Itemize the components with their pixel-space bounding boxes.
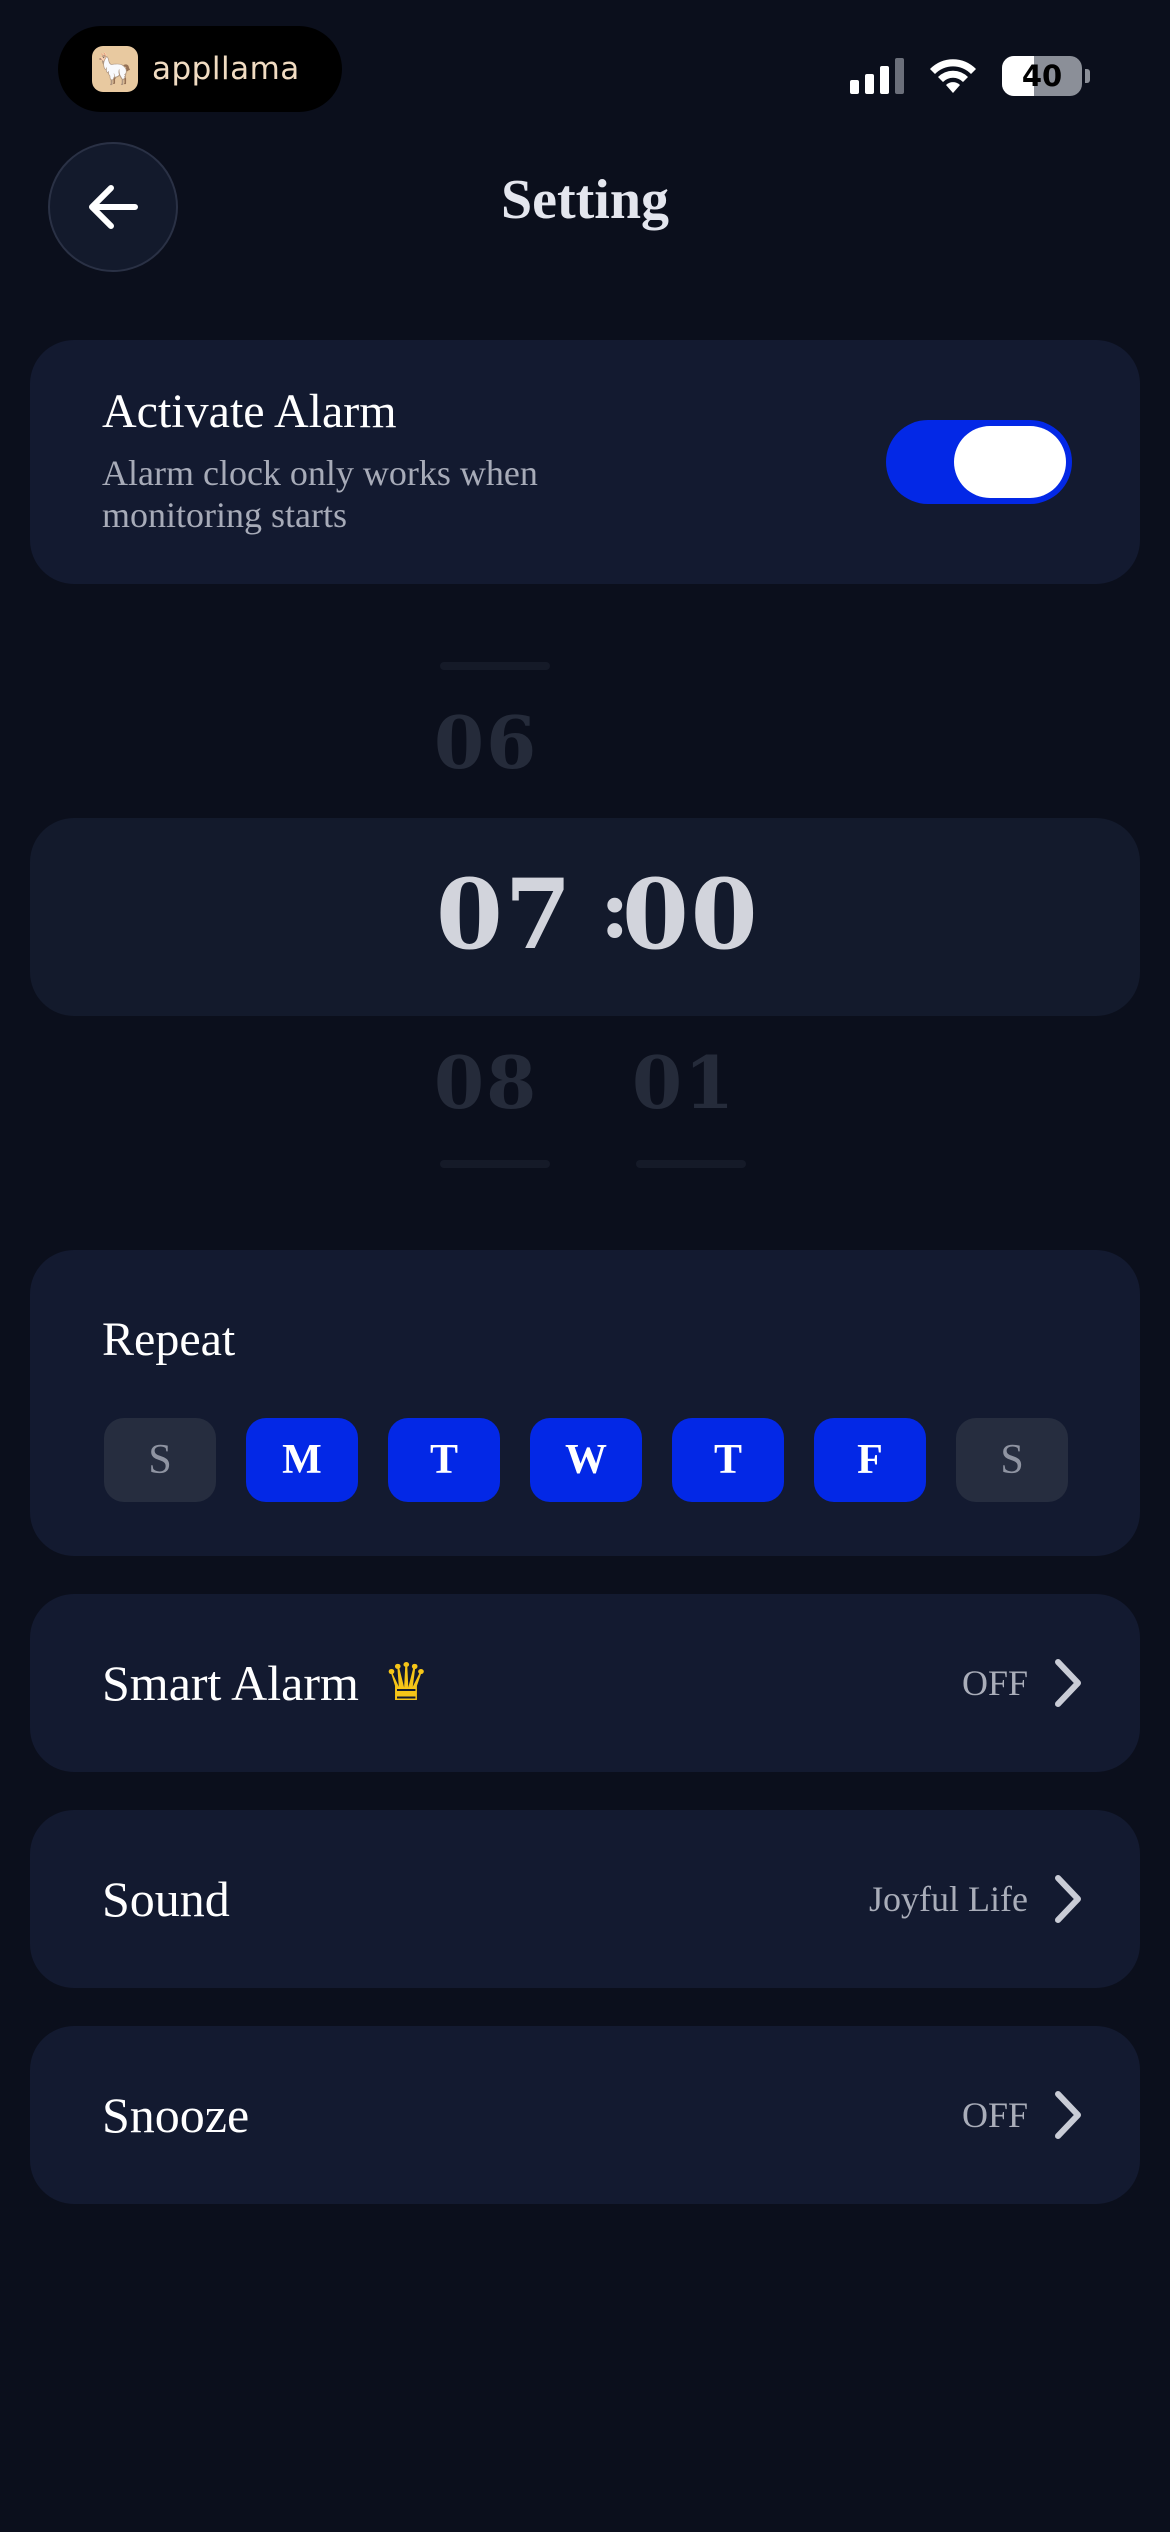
day-wednesday[interactable]: W [530,1418,642,1502]
crown-icon: ♛ [382,1653,430,1713]
brand-name: appllama [152,51,300,87]
day-tuesday[interactable]: T [388,1418,500,1502]
wifi-icon [930,59,976,93]
day-sunday[interactable]: S [104,1418,216,1502]
activate-alarm-title: Activate Alarm [102,385,397,438]
activate-alarm-card: Activate Alarm Alarm clock only works wh… [30,340,1140,584]
selected-hour[interactable]: 07 [436,858,574,971]
picker-faded-row [440,1160,550,1168]
toggle-knob [954,426,1066,498]
activate-alarm-description: Alarm clock only works when monitoring s… [102,453,538,535]
page-title: Setting [501,169,669,231]
sound-label: Sound [102,1871,230,1927]
sound-value: Joyful Life [869,1879,1028,1919]
battery-icon: 40 [1002,56,1082,96]
selected-minute[interactable]: 00 [622,858,760,971]
smart-alarm-label-group: Smart Alarm ♛ [102,1594,430,1772]
day-thursday[interactable]: T [672,1418,784,1502]
day-monday[interactable]: M [246,1418,358,1502]
cellular-signal-icon [850,58,904,94]
battery-tip [1085,69,1090,83]
smart-alarm-label: Smart Alarm [102,1655,359,1711]
llama-logo-icon: 🦙 [92,46,138,92]
time-picker[interactable]: 07 : 00 [30,818,1140,1016]
sound-row[interactable]: Sound Joyful Life [30,1810,1140,1988]
chevron-right-icon [1055,1875,1081,1923]
chevron-right-icon [1055,2091,1081,2139]
hour-option-above[interactable]: 06 [434,700,538,785]
minute-option-below[interactable]: 01 [632,1040,736,1125]
smart-alarm-row[interactable]: Smart Alarm ♛ OFF [30,1594,1140,1772]
hour-option-below[interactable]: 08 [434,1040,538,1125]
alarm-settings-screen: 🦙 appllama 40 Setting Activate Alarm Ala… [0,0,1170,2532]
picker-faded-row [440,662,550,670]
brand-pill: 🦙 appllama [58,26,342,112]
chevron-right-icon [1055,1659,1081,1707]
day-saturday[interactable]: S [956,1418,1068,1502]
battery-level: 40 [1021,59,1063,93]
snooze-value: OFF [961,2095,1028,2135]
activate-alarm-toggle[interactable] [886,420,1072,504]
day-friday[interactable]: F [814,1418,926,1502]
snooze-label: Snooze [102,2087,250,2143]
weekday-selector: S M T W T F S [104,1418,1068,1502]
battery: 40 [1002,56,1090,96]
smart-alarm-value: OFF [961,1663,1028,1703]
picker-faded-row [636,1160,746,1168]
repeat-card: Repeat S M T W T F S [30,1250,1140,1556]
repeat-title: Repeat [102,1313,236,1366]
snooze-row[interactable]: Snooze OFF [30,2026,1140,2204]
status-indicators: 40 [850,52,1090,100]
